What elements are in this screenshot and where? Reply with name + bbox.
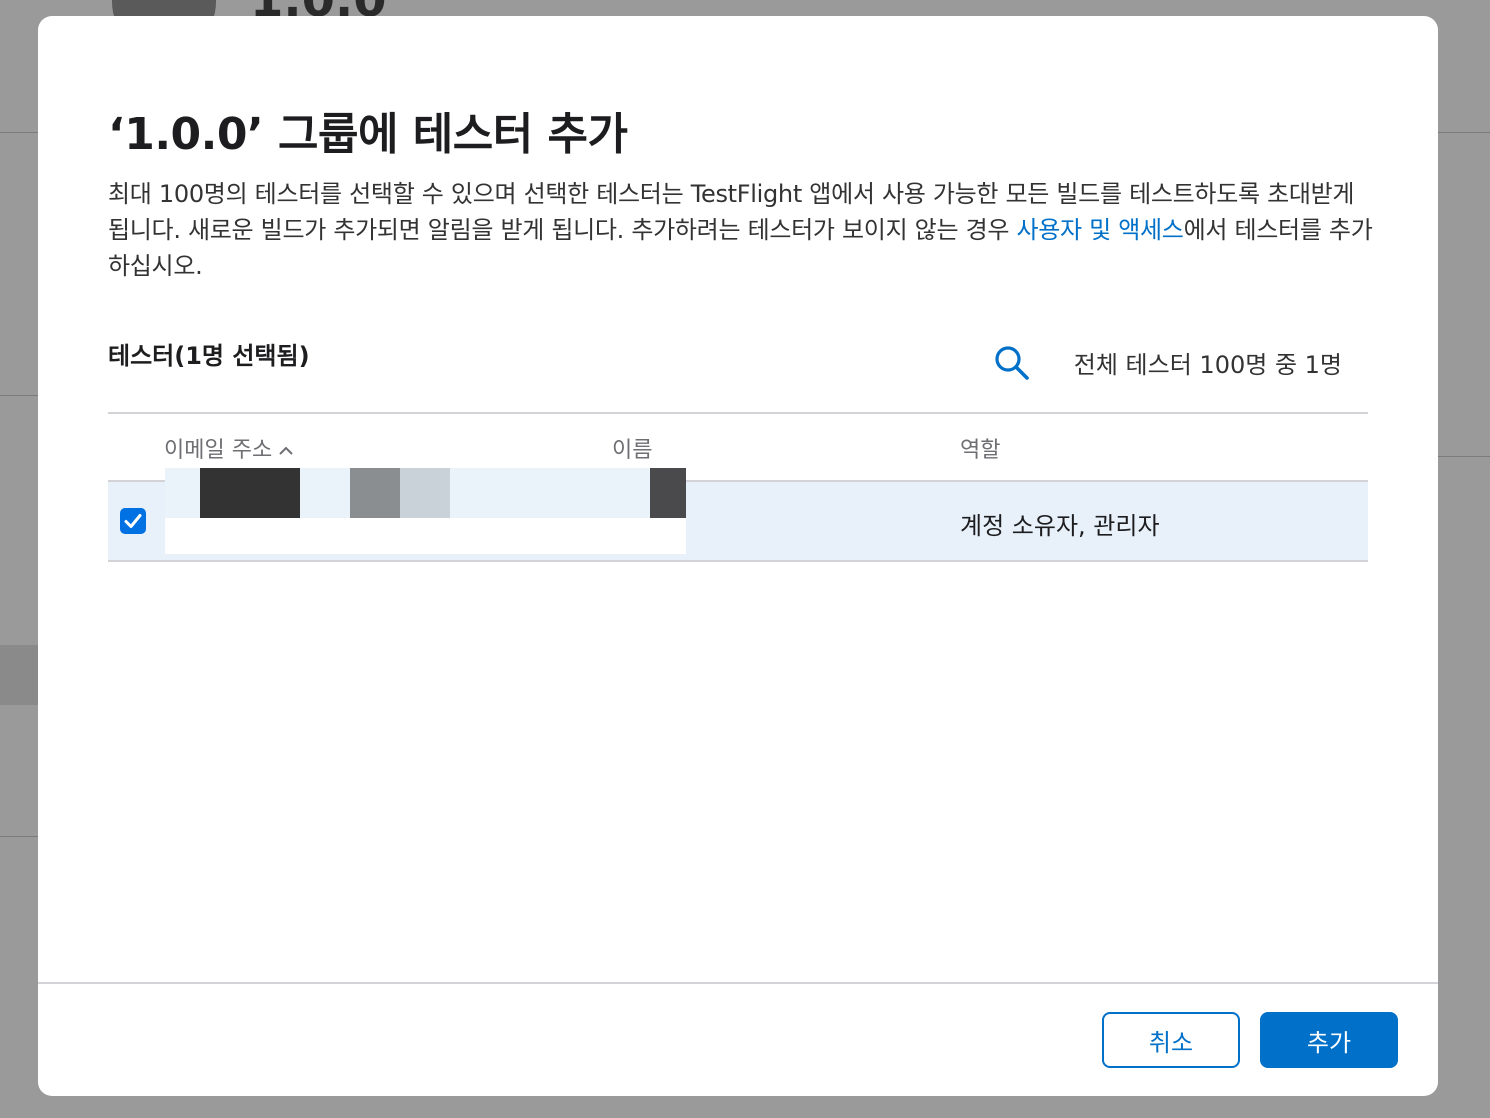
chevron-up-icon — [278, 440, 294, 459]
checkmark-icon — [124, 514, 142, 528]
dialog-title: ‘1.0.0’ 그룹에 테스터 추가 — [108, 109, 628, 160]
table-row[interactable]: 계정 소유자, 관리자 — [108, 468, 1368, 562]
add-testers-dialog: ‘1.0.0’ 그룹에 테스터 추가 최대 100명의 테스터를 선택할 수 있… — [38, 16, 1438, 1096]
column-header-role[interactable]: 역할 — [960, 432, 1000, 464]
search-button[interactable] — [993, 344, 1031, 382]
row-checkbox[interactable] — [120, 508, 146, 534]
testers-selected-label: 테스터(1명 선택됨) — [108, 342, 310, 370]
cancel-button[interactable]: 취소 — [1102, 1012, 1240, 1068]
background-band — [0, 645, 40, 705]
tester-count: 전체 테스터 100명 중 1명 — [1073, 351, 1342, 379]
background-divider — [1438, 456, 1490, 457]
users-and-access-link[interactable]: 사용자 및 액세스 — [1016, 216, 1183, 244]
redacted-email-name — [165, 468, 686, 554]
testers-table: 이메일 주소 이름 역할 계정 소유자, 관리자 — [108, 412, 1368, 562]
column-header-email[interactable]: 이메일 주소 — [164, 432, 294, 464]
add-button[interactable]: 추가 — [1260, 1012, 1398, 1068]
background-divider — [1438, 132, 1490, 133]
background-divider — [0, 132, 38, 133]
search-icon — [995, 346, 1029, 380]
footer-divider — [38, 982, 1438, 984]
cell-role: 계정 소유자, 관리자 — [960, 512, 1160, 540]
column-header-email-label: 이메일 주소 — [164, 438, 273, 463]
background-divider — [0, 395, 38, 396]
dialog-description: 최대 100명의 테스터를 선택할 수 있으며 선택한 테스터는 TestFli… — [108, 176, 1378, 284]
column-header-name[interactable]: 이름 — [612, 432, 652, 464]
background-divider — [0, 836, 38, 837]
